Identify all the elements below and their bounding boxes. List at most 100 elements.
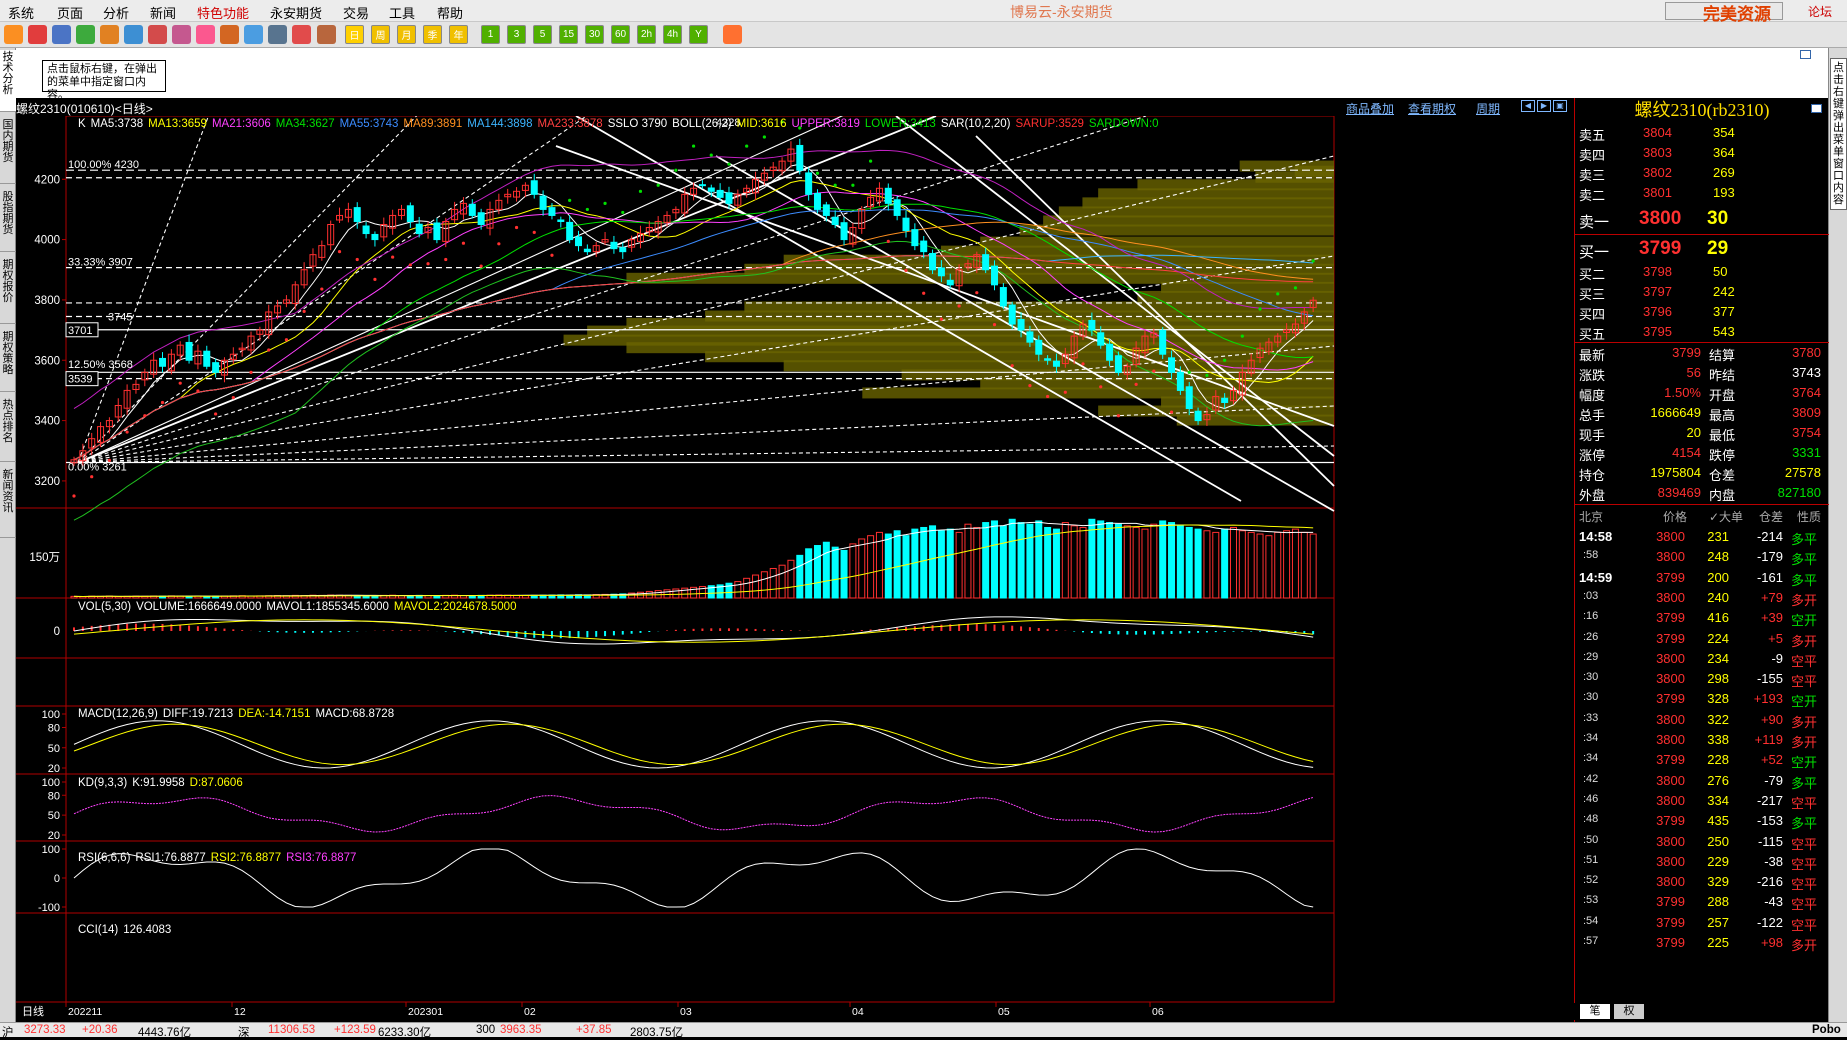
menu-help[interactable]: 帮助 xyxy=(437,3,463,22)
menu-news[interactable]: 新闻 xyxy=(150,3,176,22)
quote-max-icon[interactable] xyxy=(1811,104,1822,113)
day-icon[interactable]: 日 xyxy=(345,25,364,44)
tick-row[interactable]: :57 3799 225 +98 多开 xyxy=(1575,933,1829,953)
left-tab-4[interactable]: 期权策略 xyxy=(0,330,16,392)
m60-icon[interactable]: 60 xyxy=(611,25,630,44)
volume-bar xyxy=(1097,520,1105,599)
pan-right-icon[interactable]: ▶ xyxy=(1537,100,1551,112)
menu-trade[interactable]: 交易 xyxy=(343,3,369,22)
kd-tick-label: 100 xyxy=(42,709,60,721)
menu-yongan[interactable]: 永安期货 xyxy=(270,3,322,22)
tick-row[interactable]: :50 3800 250 -115 空平 xyxy=(1575,832,1829,852)
left-tab-1[interactable]: 国内期货 xyxy=(0,118,16,184)
quarter-icon[interactable]: 季 xyxy=(423,25,442,44)
ask-row[interactable]: 卖二 3801 193 xyxy=(1575,183,1829,203)
ask-row[interactable]: 卖五 3804 354 xyxy=(1575,123,1829,143)
m4h-icon[interactable]: 4h xyxy=(663,25,682,44)
year-icon[interactable]: 年 xyxy=(449,25,468,44)
menu-system[interactable]: 系统 xyxy=(8,3,34,22)
back-icon[interactable] xyxy=(4,25,23,44)
m30-icon[interactable]: 30 xyxy=(585,25,604,44)
search-icon[interactable] xyxy=(100,25,119,44)
home-icon[interactable] xyxy=(28,25,47,44)
menu-tools[interactable]: 工具 xyxy=(389,3,415,22)
ask1-row[interactable]: 卖一 3800 30 xyxy=(1575,206,1829,232)
tick-row[interactable]: :03 3800 240 +79 多开 xyxy=(1575,588,1829,608)
bid-row[interactable]: 买二 3798 50 xyxy=(1575,262,1829,282)
legend-volume: VOL(5,30) VOLUME:1666649.0000 MAVOL1:18553… xyxy=(78,601,521,613)
overlay-link[interactable]: 商品叠加 xyxy=(1346,100,1394,117)
bid-row[interactable]: 买四 3796 377 xyxy=(1575,302,1829,322)
volume-bar xyxy=(991,520,999,599)
left-tab-3[interactable]: 期权报价 xyxy=(0,258,16,324)
week-icon[interactable]: 周 xyxy=(371,25,390,44)
tick-row[interactable]: :42 3800 276 -79 多平 xyxy=(1575,771,1829,791)
left-tab-6[interactable]: 新闻资讯 xyxy=(0,468,16,538)
tick-row[interactable]: 14:59 3799 200 -161 多平 xyxy=(1575,568,1829,588)
ask-row[interactable]: 卖三 3802 269 xyxy=(1575,163,1829,183)
left-tab-2[interactable]: 股指期货 xyxy=(0,190,16,252)
quote-icon[interactable] xyxy=(52,25,71,44)
menu-features[interactable]: 特色功能 xyxy=(197,3,249,22)
m3-icon[interactable]: 3 xyxy=(507,25,526,44)
main-chart[interactable]: 3200 3400 3600 3800 4000 4200 4328 100.00% 4230… xyxy=(16,116,1574,1022)
tab-rights[interactable]: 权 xyxy=(1614,1004,1644,1019)
cut-icon[interactable] xyxy=(220,25,239,44)
annotation-label: 0.00% 3261 xyxy=(68,462,127,474)
tick-oi-change: +39 xyxy=(1760,610,1783,626)
sar-dot xyxy=(337,250,342,254)
tick-row[interactable]: :29 3800 234 -9 空平 xyxy=(1575,649,1829,669)
pen-icon[interactable] xyxy=(172,25,191,44)
month-icon[interactable]: 月 xyxy=(397,25,416,44)
tick-row[interactable]: :26 3799 224 +5 多开 xyxy=(1575,629,1829,649)
zoom-icon[interactable]: ▣ xyxy=(1553,100,1567,112)
m15-icon[interactable]: 15 xyxy=(559,25,578,44)
pan-left-icon[interactable]: ◀ xyxy=(1521,100,1535,112)
tick-row[interactable]: :30 3800 298 -155 空平 xyxy=(1575,669,1829,689)
tab-ticks[interactable]: 笔 xyxy=(1580,1004,1610,1019)
menu-analysis[interactable]: 分析 xyxy=(103,3,129,22)
left-tab-0[interactable]: 技术分析 xyxy=(0,50,16,112)
f10-icon[interactable] xyxy=(317,25,336,44)
bid-row[interactable]: 买五 3795 543 xyxy=(1575,322,1829,342)
tick-row[interactable]: :30 3799 328 +193 空开 xyxy=(1575,689,1829,709)
tick-row[interactable]: :54 3799 257 -122 空平 xyxy=(1575,913,1829,933)
tick-row[interactable]: :48 3799 435 -153 多平 xyxy=(1575,811,1829,831)
bid-row[interactable]: 买三 3797 242 xyxy=(1575,282,1829,302)
tick-row[interactable]: :52 3800 329 -216 空平 xyxy=(1575,872,1829,892)
maximize-panel-icon[interactable] xyxy=(1800,50,1811,59)
options-link[interactable]: 查看期权 xyxy=(1408,100,1456,117)
bid1-row[interactable]: 买一 3799 29 xyxy=(1575,236,1829,262)
tick-row[interactable]: :58 3800 248 -179 多平 xyxy=(1575,547,1829,567)
m5-icon[interactable]: 5 xyxy=(533,25,552,44)
volume-bar xyxy=(1035,520,1043,599)
indicator-icon[interactable] xyxy=(124,25,143,44)
tick-row[interactable]: 14:58 3800 231 -214 多平 xyxy=(1575,527,1829,547)
tick-row[interactable]: :53 3799 288 -43 空平 xyxy=(1575,892,1829,912)
tick-row[interactable]: :34 3799 228 +52 空开 xyxy=(1575,750,1829,770)
m2h-icon[interactable]: 2h xyxy=(637,25,656,44)
left-tab-5[interactable]: 热点排名 xyxy=(0,398,16,462)
grid-icon[interactable] xyxy=(148,25,167,44)
tick-row[interactable]: :34 3800 338 +119 多开 xyxy=(1575,730,1829,750)
tick-row[interactable]: :33 3800 322 +90 多开 xyxy=(1575,710,1829,730)
calc-icon[interactable] xyxy=(723,25,742,44)
brush-icon[interactable] xyxy=(196,25,215,44)
menu-page[interactable]: 页面 xyxy=(57,3,83,22)
volume-bar xyxy=(1008,518,1016,599)
tick-row[interactable]: :16 3799 416 +39 空开 xyxy=(1575,608,1829,628)
realtime-icon[interactable] xyxy=(76,25,95,44)
branch-icon[interactable] xyxy=(244,25,263,44)
kline-icon[interactable] xyxy=(292,25,311,44)
chart-canvas[interactable]: 3200340036003800400042004328100.00% 4230… xyxy=(16,116,1574,1022)
book-price: 3802 xyxy=(1643,165,1672,180)
tick-row[interactable]: :51 3800 229 -38 空平 xyxy=(1575,852,1829,872)
right-tab-menu[interactable]: 点击右键弹出菜单窗口内容 xyxy=(1830,58,1847,210)
ask-row[interactable]: 卖四 3803 364 xyxy=(1575,143,1829,163)
y-icon[interactable]: Y xyxy=(689,25,708,44)
period-link[interactable]: 周期 xyxy=(1476,100,1500,117)
m1-icon[interactable]: 1 xyxy=(481,25,500,44)
sar-dot xyxy=(72,494,76,498)
tick-row[interactable]: :46 3800 334 -217 空平 xyxy=(1575,791,1829,811)
table-icon[interactable] xyxy=(268,25,287,44)
